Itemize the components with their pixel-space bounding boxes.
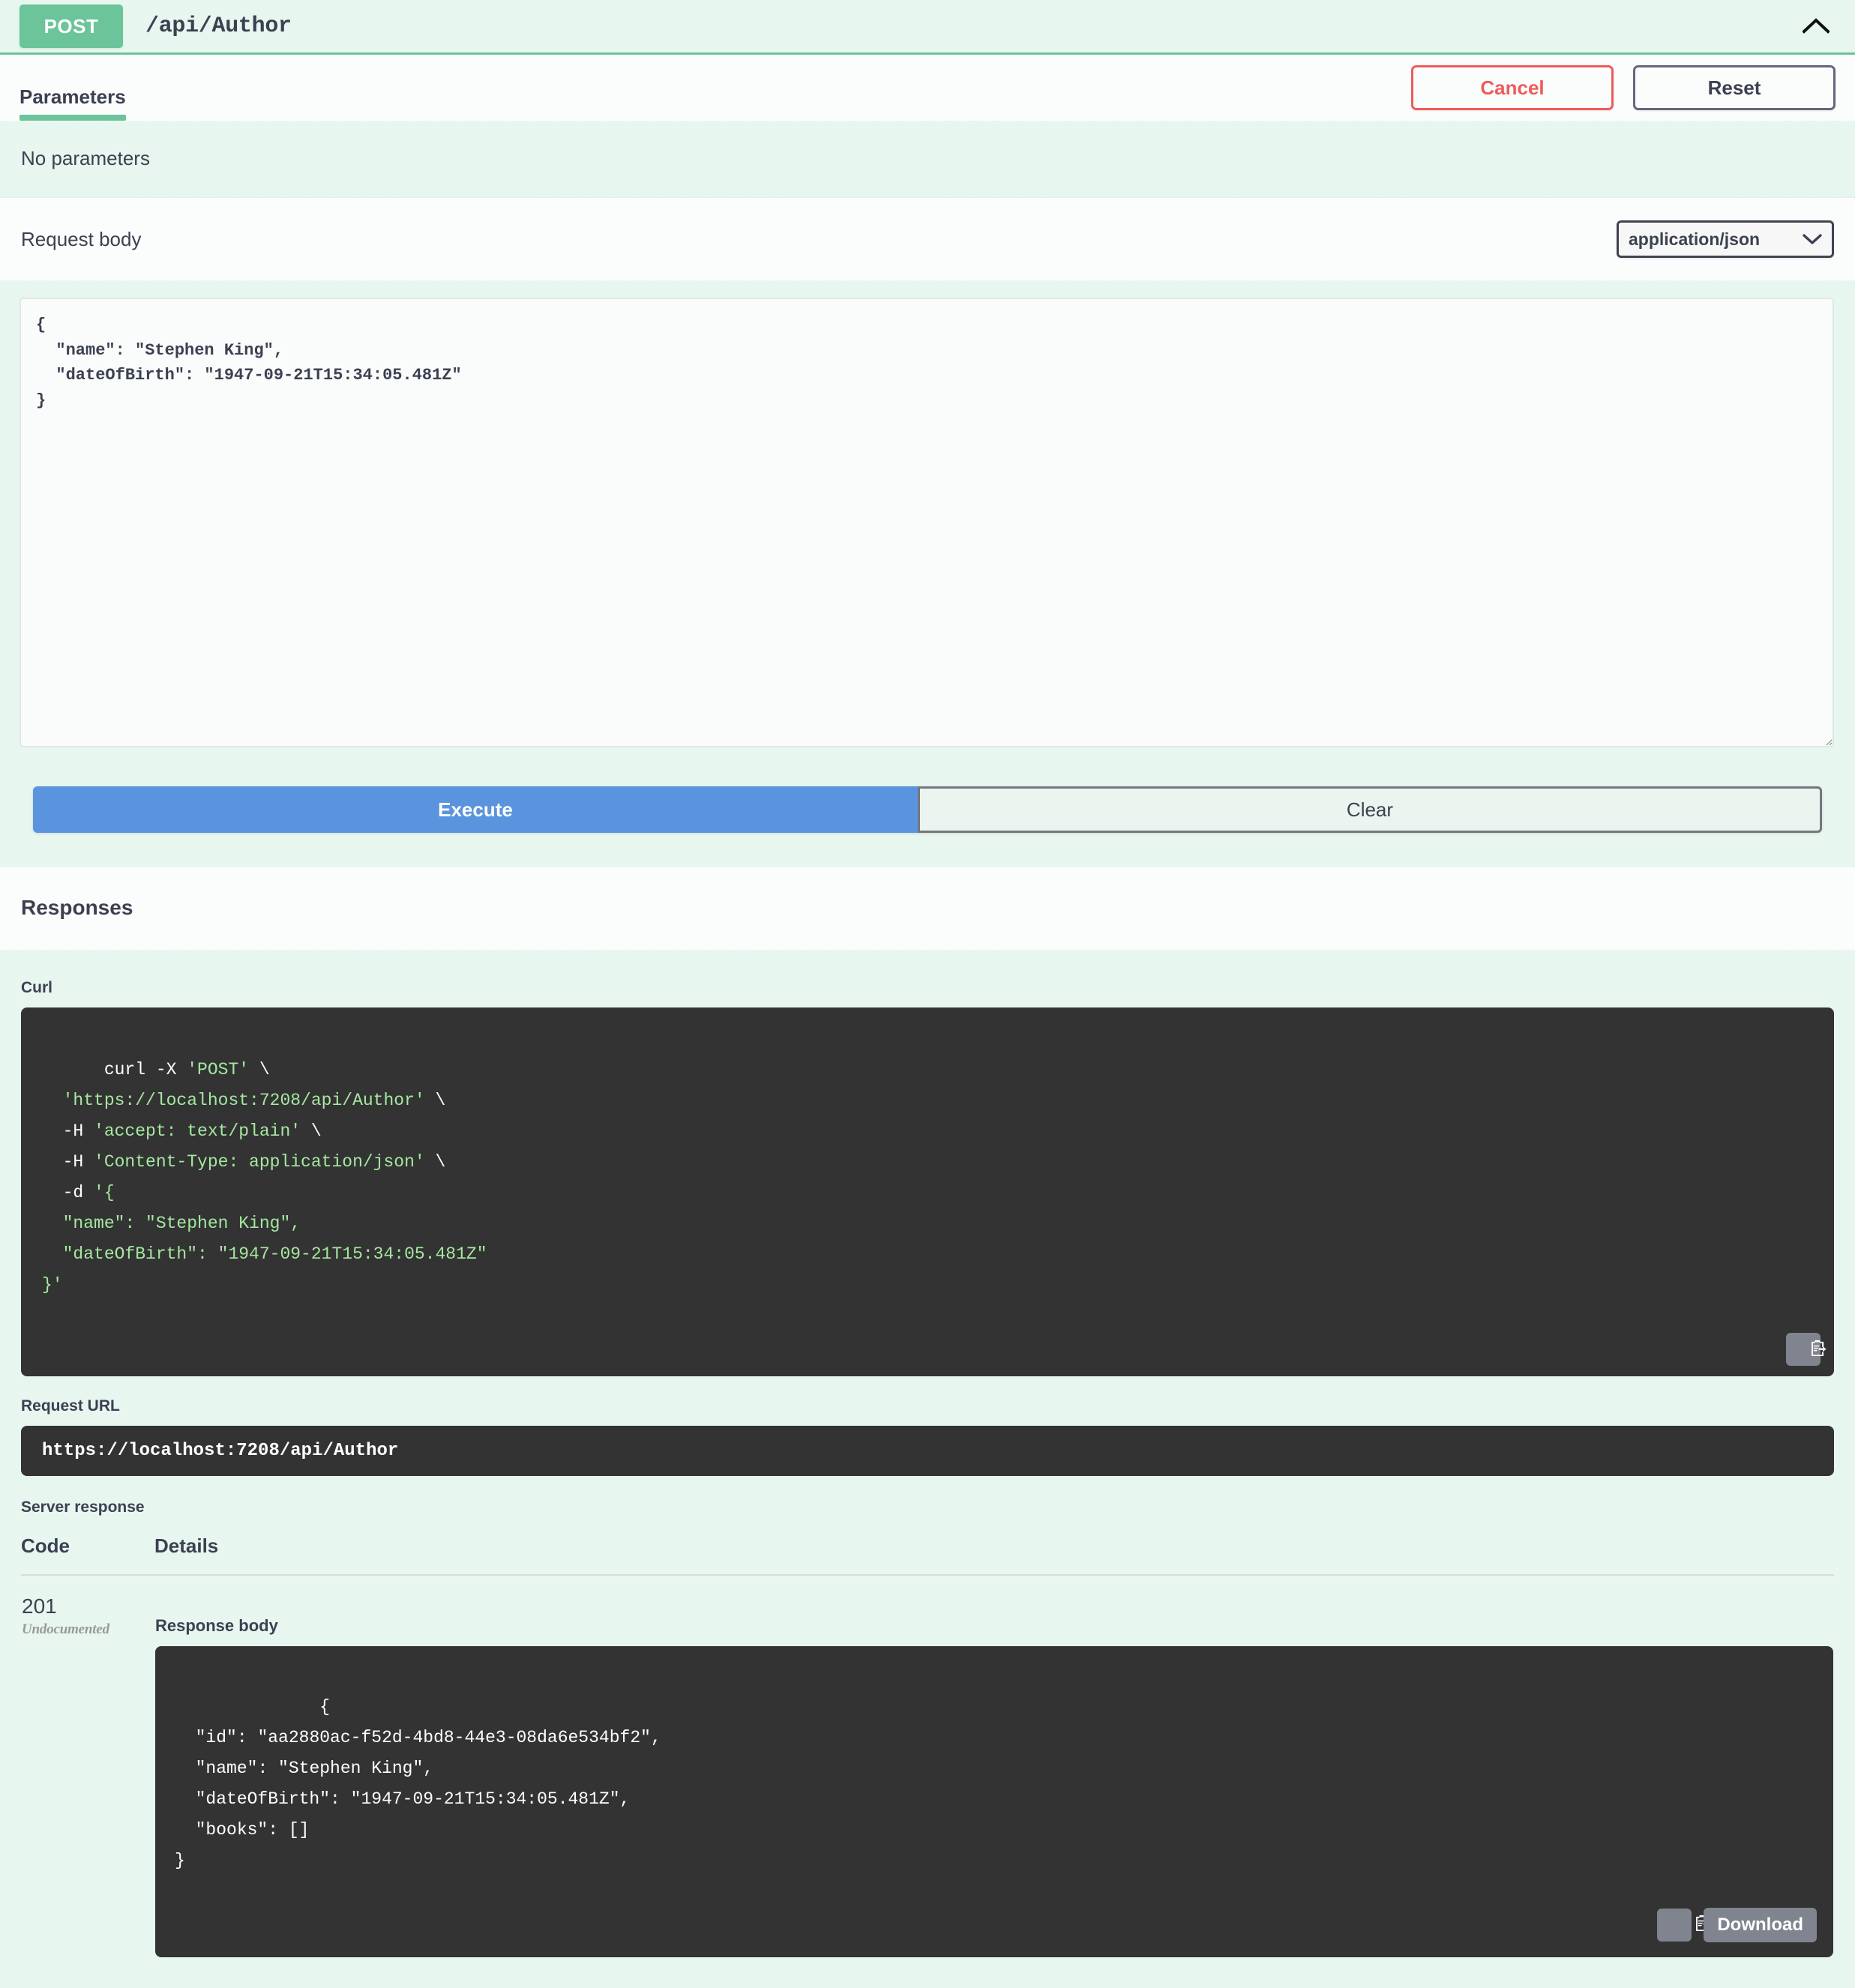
responses-body: Curl curl -X 'POST' \ 'https://localhost…: [0, 951, 1855, 1988]
execute-button-group: Execute Clear: [33, 786, 1822, 833]
swagger-operation-panel: POST /api/Author Parameters Cancel Reset…: [0, 0, 1855, 1988]
chevron-up-icon: [1802, 17, 1830, 36]
request-body-header-row: Request body application/json: [0, 198, 1855, 281]
copy-to-clipboard-icon: [1636, 1902, 1713, 1948]
table-header-row: Code Details: [21, 1534, 1834, 1576]
no-parameters-text: No parameters: [0, 121, 1855, 198]
request-body-section: Request body application/json: [0, 198, 1855, 281]
clear-button[interactable]: Clear: [918, 786, 1822, 833]
copy-to-clipboard-icon: [1779, 1327, 1827, 1373]
operation-header[interactable]: POST /api/Author: [0, 0, 1855, 55]
execute-button[interactable]: Execute: [33, 786, 918, 833]
request-body-textarea[interactable]: { "name": "Stephen King", "dateOfBirth":…: [19, 298, 1834, 747]
http-method-badge: POST: [19, 4, 123, 48]
collapse-operation-button[interactable]: [1800, 13, 1833, 39]
operation-tab-bar: Parameters Cancel Reset: [0, 55, 1855, 121]
response-undocumented-note: Undocumented: [22, 1621, 109, 1637]
responses-title: Responses: [21, 896, 133, 919]
column-header-code: Code: [21, 1534, 154, 1576]
curl-command-text: curl -X 'POST' \ 'https://localhost:7208…: [42, 1059, 487, 1295]
media-type-select-wrapper: application/json: [1617, 220, 1834, 258]
curl-code-block: curl -X 'POST' \ 'https://localhost:7208…: [21, 1007, 1834, 1377]
request-url-label: Request URL: [21, 1397, 120, 1415]
tab-parameters[interactable]: Parameters: [19, 85, 126, 121]
server-response-label: Server response: [21, 1498, 145, 1516]
parameters-section: No parameters: [0, 121, 1855, 198]
tab-bar-actions: Cancel Reset: [1411, 65, 1836, 110]
response-body-code-block: { "id": "aa2880ac-f52d-4bd8-44e3-08da6e5…: [155, 1646, 1833, 1957]
response-body-text: { "id": "aa2880ac-f52d-4bd8-44e3-08da6e5…: [175, 1697, 661, 1870]
request-url-value: https://localhost:7208/api/Author: [21, 1426, 1834, 1477]
request-body-editor-zone: { "name": "Stephen King", "dateOfBirth":…: [0, 281, 1855, 747]
table-row: 201 Undocumented Response body { "id": "…: [21, 1575, 1834, 1957]
execute-bar: Execute Clear: [0, 747, 1855, 867]
copy-response-button[interactable]: [1657, 1908, 1712, 1942]
curl-label: Curl: [21, 979, 52, 996]
responses-header: Responses: [0, 867, 1855, 951]
request-body-label: Request body: [21, 227, 142, 250]
operation-path: /api/Author: [145, 13, 292, 39]
response-status-code: 201: [22, 1594, 57, 1618]
copy-curl-button[interactable]: [1786, 1333, 1827, 1367]
column-header-details: Details: [154, 1534, 1834, 1576]
response-body-actions: Download: [1657, 1907, 1817, 1942]
download-response-button[interactable]: Download: [1704, 1907, 1817, 1942]
media-type-select[interactable]: application/json: [1617, 220, 1834, 258]
response-body-label: Response body: [155, 1616, 278, 1636]
response-code-cell: 201 Undocumented: [21, 1575, 154, 1957]
server-response-table: Code Details 201 Undocumented Response b…: [21, 1534, 1834, 1957]
response-details-cell: Response body { "id": "aa2880ac-f52d-4bd…: [154, 1575, 1834, 1957]
reset-button[interactable]: Reset: [1633, 65, 1836, 110]
cancel-button[interactable]: Cancel: [1411, 65, 1614, 110]
